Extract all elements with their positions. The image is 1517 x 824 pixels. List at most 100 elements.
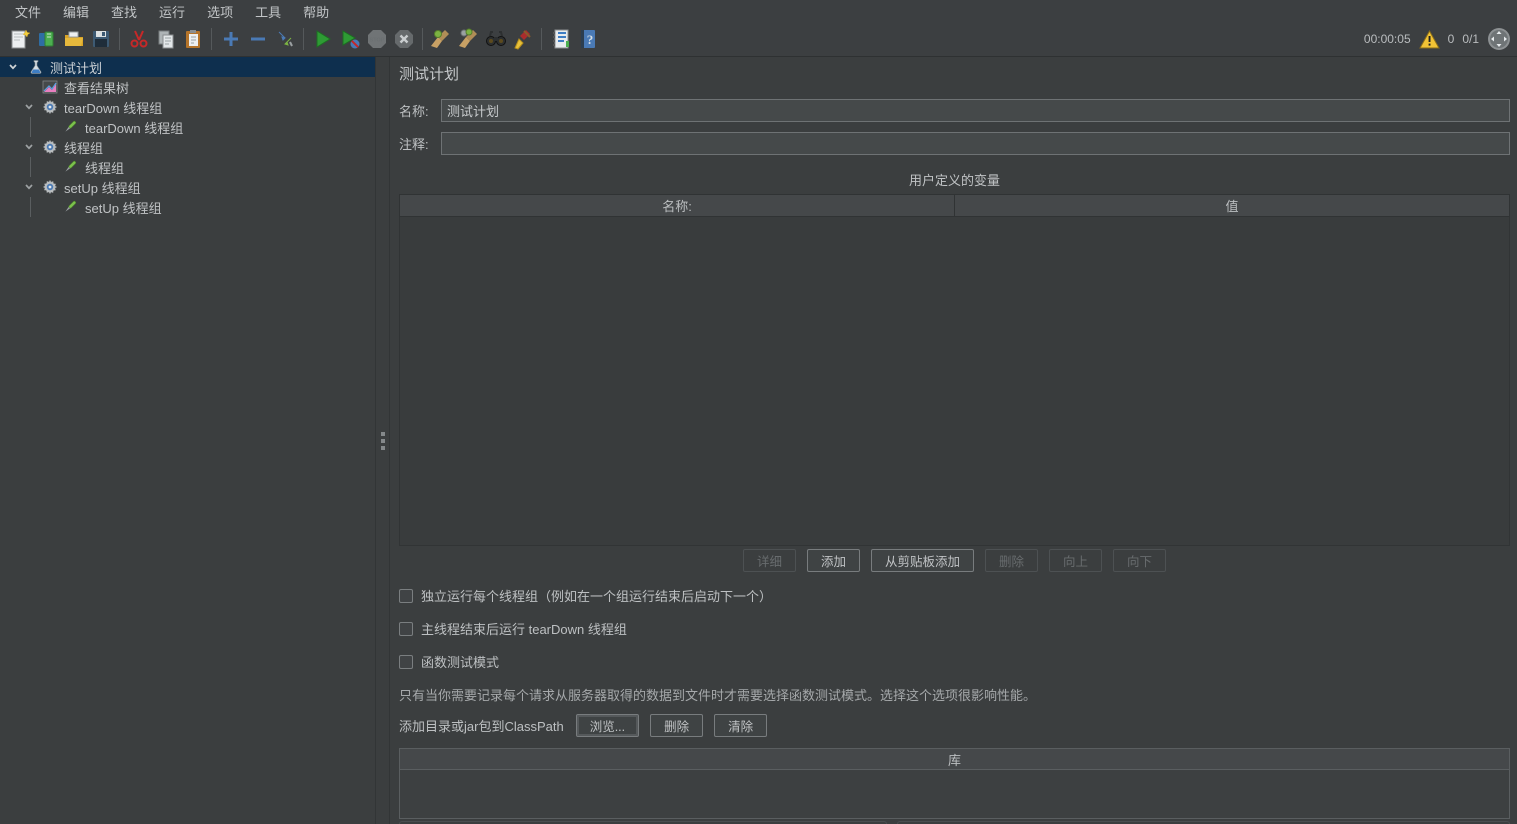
menu-file[interactable]: 文件: [4, 0, 52, 23]
toggle-button[interactable]: [271, 26, 298, 53]
classpath-delete-button[interactable]: 删除: [650, 714, 704, 737]
splitter-grip[interactable]: [381, 432, 385, 450]
test-plan-flask-icon: [28, 59, 44, 75]
copy-button[interactable]: [152, 26, 179, 53]
collapse-all-button[interactable]: [244, 26, 271, 53]
down-button[interactable]: 向下: [1113, 549, 1167, 572]
run-groups-consecutively-row: 独立运行每个线程组（例如在一个组运行结束后启动下一个）: [399, 586, 1510, 605]
functional-mode-note: 只有当你需要记录每个请求从服务器取得的数据到文件时才需要选择函数测试模式。选择这…: [399, 688, 1037, 703]
tree-item-label: 测试计划: [50, 60, 103, 76]
function-helper-icon: [552, 29, 569, 49]
start-button[interactable]: [309, 26, 336, 53]
tree-item-teardown-sampler[interactable]: tearDown 线程组: [0, 117, 375, 137]
save-icon: [92, 31, 109, 47]
search-button[interactable]: [482, 26, 509, 53]
tree-item-thread-group[interactable]: 线程组: [0, 137, 375, 157]
stop-icon: STOP: [367, 30, 386, 48]
menu-search[interactable]: 查找: [100, 0, 148, 23]
menu-bar: 文件 编辑 查找 运行 选项 工具 帮助: [0, 0, 1517, 22]
chevron-down-icon[interactable]: [24, 102, 34, 112]
menu-tools[interactable]: 工具: [244, 0, 292, 23]
menu-options[interactable]: 选项: [196, 0, 244, 23]
open-file-button[interactable]: [60, 26, 87, 53]
tree-item-setup-sampler[interactable]: setUp 线程组: [0, 197, 375, 217]
expand-all-button[interactable]: [217, 26, 244, 53]
udv-column-value[interactable]: 值: [954, 195, 1509, 216]
udv-table-body[interactable]: [399, 217, 1510, 546]
paste-button[interactable]: [179, 26, 206, 53]
checkbox-label: 主线程结束后运行 tearDown 线程组: [421, 622, 627, 637]
remote-status-icon: [1488, 28, 1510, 50]
menu-run[interactable]: 运行: [148, 0, 196, 23]
page-title: 测试计划: [399, 66, 460, 83]
sampler-dropper-icon: [62, 159, 78, 175]
comment-input[interactable]: [441, 132, 1510, 155]
stop-button[interactable]: STOP: [363, 26, 390, 53]
help-icon: ?: [580, 30, 595, 48]
menu-edit[interactable]: 编辑: [52, 0, 100, 23]
comment-label: 注释:: [399, 137, 429, 152]
svg-text:?: ?: [586, 32, 593, 47]
save-button[interactable]: [87, 26, 114, 53]
name-row: 名称:: [399, 99, 1510, 122]
classpath-label: 添加目录或jar包到ClassPath: [399, 719, 564, 734]
help-button[interactable]: ?: [574, 26, 601, 53]
browse-button[interactable]: 浏览...: [575, 714, 640, 737]
add-button[interactable]: 添加: [806, 549, 860, 572]
comment-row: 注释:: [399, 132, 1510, 155]
chevron-down-icon[interactable]: [24, 142, 34, 152]
clear-icon: [430, 30, 449, 48]
chevron-down-icon[interactable]: [8, 62, 18, 72]
name-label: 名称:: [399, 104, 429, 119]
delete-button[interactable]: 删除: [985, 549, 1039, 572]
clear-button[interactable]: [428, 26, 455, 53]
new-file-button[interactable]: [6, 26, 33, 53]
functional-mode-row: 函数测试模式: [399, 652, 1510, 671]
tree-item-teardown-thread-group[interactable]: tearDown 线程组: [0, 97, 375, 117]
cut-icon: [130, 30, 147, 48]
udv-button-row: 详细 添加 从剪贴板添加 删除 向上 向下: [399, 549, 1510, 572]
add-from-clipboard-button[interactable]: 从剪贴板添加: [870, 549, 974, 572]
broom-icon: [513, 30, 531, 50]
tree-item-label: 查看结果树: [64, 80, 130, 96]
function-helper-button[interactable]: [547, 26, 574, 53]
toolbar-separator: [119, 28, 120, 50]
cut-button[interactable]: [125, 26, 152, 53]
toolbar: STOP ? 00:00:05 0 0/1: [0, 22, 1517, 57]
tree-item-thread-group-sampler[interactable]: 线程组: [0, 157, 375, 177]
clear-all-button[interactable]: [455, 26, 482, 53]
copy-icon: [158, 30, 173, 49]
svg-text:STOP: STOP: [369, 38, 384, 44]
name-input[interactable]: [441, 99, 1510, 122]
library-table-header[interactable]: 库: [399, 748, 1510, 770]
clear-search-button[interactable]: [509, 26, 536, 53]
tree-main-splitter[interactable]: [376, 57, 390, 824]
udv-column-name[interactable]: 名称:: [400, 195, 954, 216]
functional-mode-checkbox[interactable]: [399, 654, 413, 669]
shutdown-button[interactable]: [390, 26, 417, 53]
udv-title: 用户定义的变量: [908, 173, 1000, 188]
start-no-timers-button[interactable]: [336, 26, 363, 53]
classpath-clear-button[interactable]: 清除: [714, 714, 768, 737]
threads-ratio: 0/1: [1462, 32, 1479, 46]
tree-item-setup-thread-group[interactable]: setUp 线程组: [0, 177, 375, 197]
tree-item-label: tearDown 线程组: [85, 120, 184, 136]
tree-item-results-tree[interactable]: 查看结果树: [0, 77, 375, 97]
tree-guide-line: [30, 197, 31, 217]
sampler-dropper-icon: [62, 199, 78, 215]
chevron-down-icon[interactable]: [24, 182, 34, 192]
start-no-timers-icon: [342, 30, 359, 49]
detail-button[interactable]: 详细: [742, 549, 796, 572]
tree-item-label: 线程组: [64, 140, 104, 156]
library-table-body[interactable]: [399, 770, 1510, 819]
udv-table-header: 名称: 值: [399, 194, 1510, 217]
run-groups-consecutively-checkbox[interactable]: [399, 588, 413, 603]
open-template-button[interactable]: [33, 26, 60, 53]
toolbar-separator: [541, 28, 542, 50]
warning-icon[interactable]: [1418, 29, 1440, 49]
paste-icon: [185, 30, 200, 48]
up-button[interactable]: 向上: [1049, 549, 1103, 572]
menu-help[interactable]: 帮助: [292, 0, 340, 23]
teardown-on-shutdown-checkbox[interactable]: [399, 621, 413, 636]
tree-item-test-plan[interactable]: 测试计划: [0, 57, 375, 77]
